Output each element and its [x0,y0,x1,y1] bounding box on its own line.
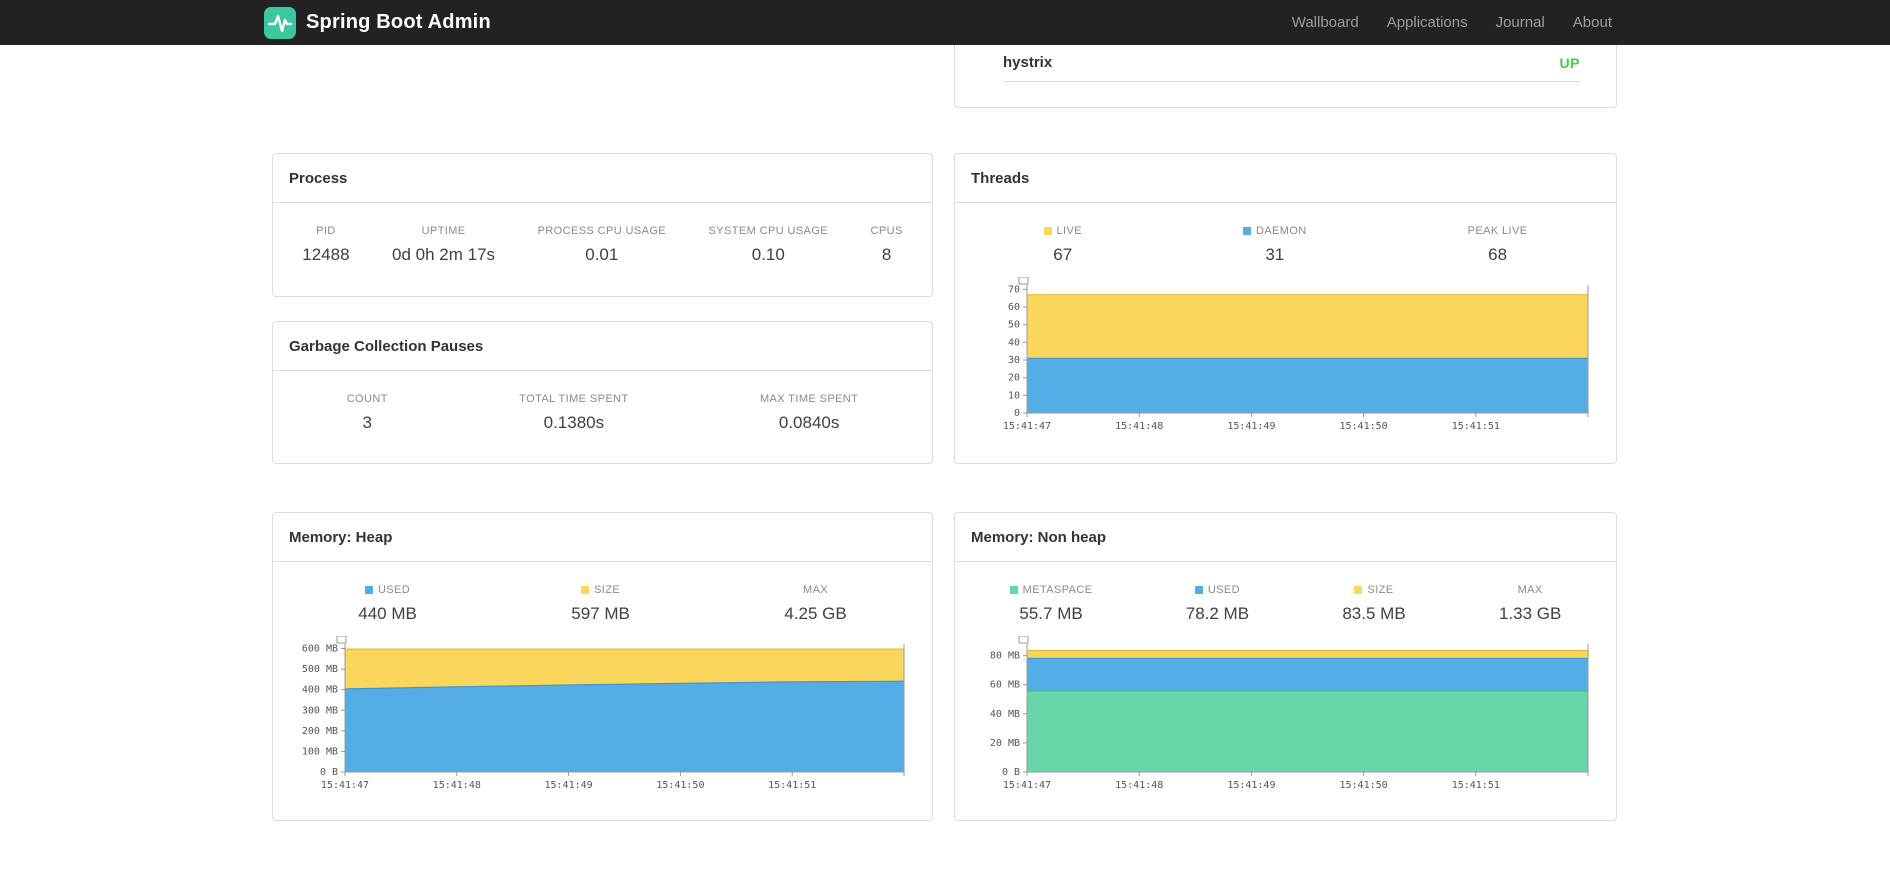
threads-panel: Threads LIVE 67 DAEMON 31 PEAK LIVE 68 0 10 20 3… [954,153,1617,464]
svg-text:60 MB: 60 MB [990,680,1020,691]
applications-status-panel: hystrix UP [954,45,1617,108]
nav-link-wallboard[interactable]: Wallboard [1278,0,1373,45]
svg-text:15:41:49: 15:41:49 [1227,780,1275,791]
panel-title: Garbage Collection Pauses [273,322,932,371]
threads-chart: 0 10 20 30 40 50 60 70 15:41:47 15:41:48 15:41:49 1… [955,276,1616,437]
stat-metaspace: METASPACE 55.7 MB [1009,584,1093,624]
svg-text:70: 70 [1008,284,1020,295]
heap-stats: USED 440 MB SIZE 597 MB MAX 4.25 GB [273,562,932,636]
svg-text:400 MB: 400 MB [302,685,338,696]
svg-text:300 MB: 300 MB [302,705,338,716]
stat-max: MAX 1.33 GB [1498,584,1562,623]
svg-text:15:41:51: 15:41:51 [768,780,816,791]
navbar: Spring Boot Admin Wallboard Applications J… [0,0,1890,45]
svg-text:0 B: 0 B [320,767,338,778]
stat-daemon: DAEMON 31 [1242,225,1307,265]
svg-text:15:41:49: 15:41:49 [1227,421,1275,432]
application-row[interactable]: hystrix UP [1003,45,1580,82]
stat-pid: PID 12488 [302,225,350,264]
nonheap-chart: 0 B 20 MB 40 MB 60 MB 80 MB 15:41:47 15:41:48 1… [955,635,1616,796]
svg-text:600 MB: 600 MB [302,644,338,655]
heap-chart: 0 B 100 MB 200 MB 300 MB 400 MB 500 MB 600 MB 1… [273,635,932,796]
stat-size: SIZE 83.5 MB [1342,584,1406,623]
svg-text:20 MB: 20 MB [990,738,1020,749]
yellow-legend-swatch-icon [1043,227,1052,235]
stat-count: COUNT 3 [346,393,388,432]
nonheap-stats: METASPACE 55.7 MB USED 78.2 MB SIZE 83.5 MB MA… [955,562,1616,636]
status-badge: UP [1559,54,1580,71]
stat-system-cpu-usage: SYSTEM CPU USAGE 0.10 [708,225,829,264]
svg-text:40: 40 [1008,337,1020,348]
brand-title: Spring Boot Admin [306,11,491,33]
svg-text:15:41:47: 15:41:47 [1003,421,1051,432]
svg-text:15:41:50: 15:41:50 [656,780,704,791]
stat-peak-live: PEAK LIVE 68 [1467,225,1528,264]
process-panel: Process PID 12488 UPTIME 0d 0h 2m 17s PROCES… [272,153,933,297]
stat-size: SIZE 597 MB [571,584,630,623]
svg-text:15:41:48: 15:41:48 [1115,421,1163,432]
stat-cpus: CPUS 8 [870,225,903,264]
yellow-legend-swatch-icon [581,586,590,594]
stat-total-time-spent: TOTAL TIME SPENT 0.1380s [519,393,629,432]
stat-max: MAX 4.25 GB [784,584,847,623]
svg-text:0 B: 0 B [1002,767,1020,778]
stat-process-cpu-usage: PROCESS CPU USAGE 0.01 [537,225,667,264]
svg-text:500 MB: 500 MB [302,664,338,675]
nav-links: Wallboard Applications Journal About [1278,0,1626,45]
svg-text:15:41:48: 15:41:48 [433,780,481,791]
pulse-icon [264,6,296,39]
stat-live: LIVE 67 [1043,225,1082,265]
application-name-link[interactable]: hystrix [1003,54,1052,71]
svg-text:60: 60 [1008,302,1020,313]
svg-text:15:41:47: 15:41:47 [1003,780,1051,791]
svg-text:100 MB: 100 MB [302,746,338,757]
svg-text:15:41:49: 15:41:49 [545,780,593,791]
process-stats: PID 12488 UPTIME 0d 0h 2m 17s PROCESS CPU US… [273,203,932,277]
yellow-legend-swatch-icon [1354,586,1363,594]
svg-text:10: 10 [1008,390,1020,401]
nav-link-applications[interactable]: Applications [1373,0,1482,45]
svg-text:50: 50 [1008,320,1020,331]
memory-heap-panel: Memory: Heap USED 440 MB SIZE 597 MB MAX 4.25… [272,512,933,821]
stat-uptime: UPTIME 0d 0h 2m 17s [392,225,496,264]
svg-text:40 MB: 40 MB [990,709,1020,720]
svg-text:15:41:48: 15:41:48 [1115,780,1163,791]
svg-text:30: 30 [1008,355,1020,366]
svg-text:15:41:51: 15:41:51 [1452,780,1500,791]
panel-title: Memory: Heap [273,513,932,562]
svg-text:15:41:50: 15:41:50 [1340,421,1388,432]
panel-title: Memory: Non heap [955,513,1616,562]
gc-panel: Garbage Collection Pauses COUNT 3 TOTAL TI… [272,321,933,464]
svg-text:20: 20 [1008,373,1020,384]
blue-legend-swatch-icon [1194,586,1203,594]
gc-stats: COUNT 3 TOTAL TIME SPENT 0.1380s MAX TIME SP… [273,371,932,445]
blue-legend-swatch-icon [1242,227,1251,235]
panel-title: Process [273,154,932,203]
green-legend-swatch-icon [1009,586,1018,594]
brand[interactable]: Spring Boot Admin [264,6,491,39]
svg-text:200 MB: 200 MB [302,726,338,737]
svg-text:15:41:50: 15:41:50 [1340,780,1388,791]
blue-legend-swatch-icon [364,586,373,594]
nav-link-journal[interactable]: Journal [1482,0,1559,45]
nav-link-about[interactable]: About [1559,0,1626,45]
stat-max-time-spent: MAX TIME SPENT 0.0840s [759,393,859,432]
svg-text:0: 0 [1014,408,1020,419]
svg-text:15:41:51: 15:41:51 [1452,421,1500,432]
panel-title: Threads [955,154,1616,203]
threads-stats: LIVE 67 DAEMON 31 PEAK LIVE 68 [955,203,1616,277]
stat-used: USED 440 MB [358,584,417,623]
svg-text:15:41:47: 15:41:47 [321,780,369,791]
svg-text:80 MB: 80 MB [990,651,1020,662]
memory-nonheap-panel: Memory: Non heap METASPACE 55.7 MB USED 78.… [954,512,1617,821]
stat-used: USED 78.2 MB [1185,584,1250,623]
